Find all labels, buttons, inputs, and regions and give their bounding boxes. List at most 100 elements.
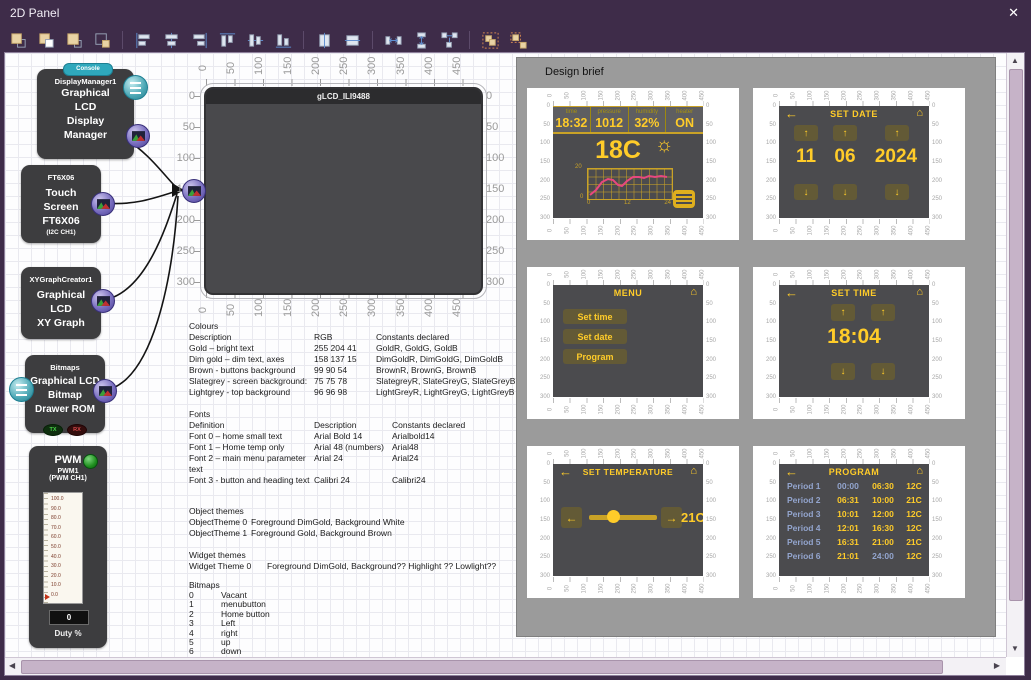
- pwm-slider-marker-icon[interactable]: [45, 594, 50, 600]
- glcd-ruler-right: 050100150200250300: [486, 90, 512, 288]
- tick-label: 200: [754, 355, 776, 365]
- panel-canvas[interactable]: Console DisplayManager1 Graphical LCD Di…: [5, 53, 1006, 657]
- pwm-duty-slider[interactable]: 100.090.080.070.060.050.040.030.020.010.…: [43, 492, 83, 604]
- design-notes: Colours DescriptionRGBConstants declared…: [189, 321, 521, 657]
- tick-label: 150: [596, 270, 609, 280]
- menu-hamburger-icon[interactable]: [673, 190, 695, 208]
- console-port-icon[interactable]: [123, 75, 148, 100]
- glcd-display[interactable]: gLCD_ILI9488: [204, 87, 483, 295]
- component-label: XY Graph: [21, 316, 101, 330]
- tick-label: 200: [613, 91, 626, 101]
- tick-label: 0: [528, 280, 550, 290]
- console-badge[interactable]: Console: [63, 63, 113, 76]
- align-bottom-icon[interactable]: [272, 30, 294, 50]
- display-port-icon[interactable]: [93, 379, 117, 403]
- year-down-button[interactable]: ↓: [885, 184, 909, 200]
- program-row[interactable]: Period 100:0006:3012C: [787, 481, 927, 491]
- bring-to-front-icon[interactable]: [7, 30, 29, 50]
- scroll-left-icon[interactable]: ◀: [9, 662, 15, 670]
- home-icon[interactable]: ⌂: [690, 465, 697, 477]
- program-button[interactable]: Program: [563, 349, 627, 364]
- center-vertical-icon[interactable]: [341, 30, 363, 50]
- console-port-icon[interactable]: [9, 377, 34, 402]
- tick-label: 250: [856, 405, 869, 415]
- program-row[interactable]: Period 621:0124:0012C: [787, 551, 927, 561]
- align-left-icon[interactable]: [132, 30, 154, 50]
- display-port-icon[interactable]: [91, 192, 115, 216]
- tick-label: 50: [754, 299, 776, 309]
- home-icon[interactable]: ⌂: [690, 286, 697, 298]
- horizontal-scrollbar[interactable]: ◀ ▶: [5, 657, 1006, 675]
- notes-cell: Slategrey - screen background:: [189, 376, 314, 387]
- sun-icon: ☼: [655, 134, 673, 157]
- tick-label: 100: [579, 270, 592, 280]
- align-top-icon[interactable]: [216, 30, 238, 50]
- notes-fonts: Fonts DefinitionDescriptionConstants dec…: [189, 409, 521, 486]
- set-date-button[interactable]: Set date: [563, 329, 627, 344]
- send-backward-icon[interactable]: [91, 30, 113, 50]
- year-up-button[interactable]: ↑: [885, 125, 909, 141]
- tick-label: 100: [579, 449, 592, 459]
- program-row[interactable]: Period 516:3121:0021C: [787, 537, 927, 547]
- toolbar-separator: [469, 31, 470, 49]
- vertical-scrollbar[interactable]: ▲ ▼: [1006, 53, 1024, 657]
- component-bitmap-drawer[interactable]: Bitmaps Graphical LCD Bitmap Drawer ROM …: [25, 355, 105, 433]
- hours-up-button[interactable]: ↑: [831, 304, 855, 321]
- vertical-scrollbar-thumb[interactable]: [1009, 69, 1023, 601]
- align-center-icon[interactable]: [160, 30, 182, 50]
- close-icon[interactable]: ✕: [1008, 5, 1019, 21]
- card-ruler-left: 050100150200250300: [528, 459, 550, 581]
- temperature-slider-knob[interactable]: [607, 510, 620, 523]
- distribute-icon[interactable]: [438, 30, 460, 50]
- home-icon[interactable]: ⌂: [916, 107, 923, 119]
- temperature-decrease-button[interactable]: ←: [561, 507, 582, 528]
- scroll-up-icon[interactable]: ▲: [1011, 57, 1019, 65]
- minutes-up-button[interactable]: ↑: [871, 304, 895, 321]
- tick-label: 200: [613, 405, 626, 415]
- space-down-icon[interactable]: [410, 30, 432, 50]
- temperature-slider-track[interactable]: [589, 515, 657, 520]
- tick-label: 350: [890, 270, 903, 280]
- day-up-button[interactable]: ↑: [794, 125, 818, 141]
- send-to-back-icon[interactable]: [35, 30, 57, 50]
- month-down-button[interactable]: ↓: [833, 184, 857, 200]
- component-display-manager[interactable]: Console DisplayManager1 Graphical LCD Di…: [37, 69, 134, 159]
- home-icon[interactable]: ⌂: [916, 286, 923, 298]
- program-row[interactable]: Period 412:0116:3012C: [787, 523, 927, 533]
- tick-label: 450: [923, 270, 936, 280]
- tick-label: 400: [681, 405, 694, 415]
- tick-label: 150: [596, 449, 609, 459]
- tick-label: 0: [169, 90, 195, 102]
- set-time-button[interactable]: Set time: [563, 309, 627, 324]
- group-icon[interactable]: [479, 30, 501, 50]
- ungroup-icon[interactable]: [507, 30, 529, 50]
- tick-label: 50: [169, 121, 195, 133]
- home-icon[interactable]: ⌂: [916, 465, 923, 477]
- component-xy-graph[interactable]: XYGraphCreator1 Graphical LCD XY Graph: [21, 267, 101, 339]
- scroll-right-icon[interactable]: ▶: [994, 662, 1000, 670]
- day-down-button[interactable]: ↓: [794, 184, 818, 200]
- display-port-icon[interactable]: [126, 124, 150, 148]
- space-across-icon[interactable]: [382, 30, 404, 50]
- glcd-input-port-icon[interactable]: [182, 179, 206, 203]
- notes-cell: Font 2 – main menu parameter text: [189, 453, 314, 475]
- align-middle-icon[interactable]: [244, 30, 266, 50]
- center-horizontal-icon[interactable]: [313, 30, 335, 50]
- component-label: Graphical: [21, 288, 101, 302]
- bring-forward-icon[interactable]: [63, 30, 85, 50]
- hours-down-button[interactable]: ↓: [831, 363, 855, 380]
- scroll-down-icon[interactable]: ▼: [1011, 645, 1019, 653]
- minutes-down-button[interactable]: ↓: [871, 363, 895, 380]
- horizontal-scrollbar-thumb[interactable]: [21, 660, 943, 674]
- component-touch-screen[interactable]: FT6X06 Touch Screen FT6X06 (I2C CH1): [21, 165, 101, 243]
- program-row[interactable]: Period 310:0112:0012C: [787, 509, 927, 519]
- tick-label: 100: [805, 226, 818, 236]
- display-port-icon[interactable]: [91, 289, 115, 313]
- component-pwm[interactable]: PWM PWM1 (PWM CH1) 100.090.080.070.060.0…: [29, 446, 107, 648]
- align-right-icon[interactable]: [188, 30, 210, 50]
- program-row[interactable]: Period 206:3110:0021C: [787, 495, 927, 505]
- month-up-button[interactable]: ↑: [833, 125, 857, 141]
- temperature-increase-button[interactable]: →: [661, 507, 682, 528]
- tick-label: 200: [932, 176, 954, 186]
- tick-label: 400: [422, 303, 444, 317]
